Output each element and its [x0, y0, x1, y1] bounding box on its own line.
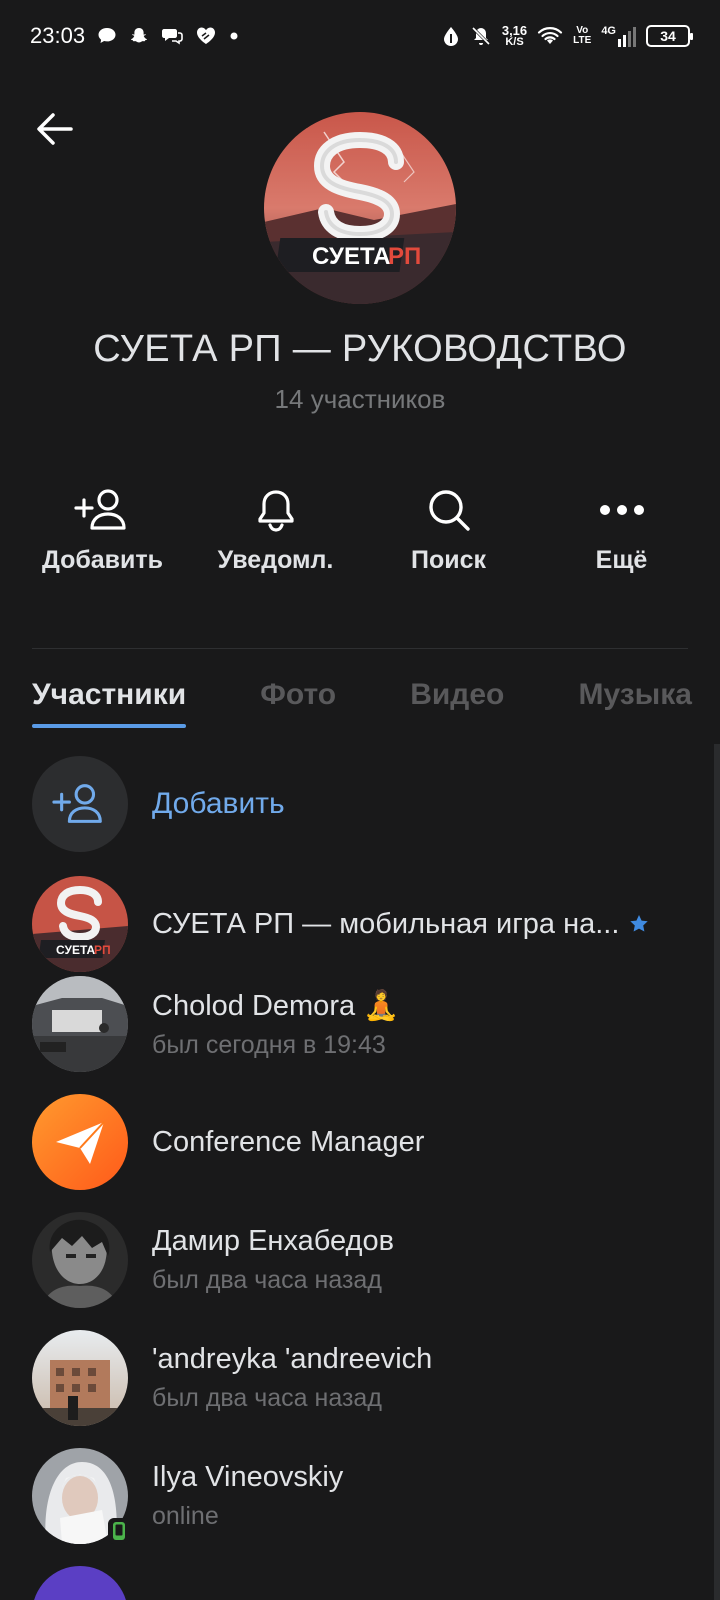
- tab-photos[interactable]: Фото: [260, 678, 336, 728]
- bell-icon: [246, 480, 306, 540]
- next-avatar-partial: [32, 1566, 128, 1600]
- list-item[interactable]: Ilya Vineovskiy online: [32, 1448, 682, 1544]
- svg-text:СУЕТА: СУЕТА: [312, 243, 390, 270]
- battery-indicator: 34: [646, 25, 693, 47]
- search-action-button[interactable]: Поиск: [362, 480, 535, 575]
- divider: [32, 648, 688, 649]
- action-label: Поиск: [410, 546, 487, 574]
- svg-text:РП: РП: [388, 243, 421, 270]
- tab-members[interactable]: Участники: [32, 678, 187, 728]
- heart-icon: [197, 27, 216, 44]
- svg-text:РП: РП: [94, 943, 111, 957]
- chat-bubbles-icon: [162, 29, 183, 45]
- snapchat-icon: [130, 28, 148, 43]
- verified-star-icon: [630, 915, 649, 932]
- member-name: Conference Manager: [152, 1125, 425, 1158]
- action-bar: Добавить Уведомл. Поиск Ещё: [0, 480, 720, 575]
- data-saver-icon: [443, 27, 458, 46]
- member-name: Ilya Vineovskiy: [152, 1461, 344, 1493]
- member-name: Cholod Demora 🧘: [152, 989, 400, 1022]
- member-name: 'andreyka 'andreevich: [152, 1343, 433, 1375]
- arrow-left-icon: [37, 113, 73, 145]
- member-status: был два часа назад: [152, 1266, 382, 1294]
- status-time: 23:03: [30, 23, 86, 48]
- add-member-label: Добавить: [152, 787, 285, 820]
- signal-indicator: 4G: [601, 25, 636, 47]
- tab-videos[interactable]: Видео: [410, 678, 504, 728]
- members-count[interactable]: 14 участников: [0, 384, 720, 415]
- group-title: СУЕТА РП — РУКОВОДСТВО: [93, 328, 627, 370]
- member-name: Дамир Енхабедов: [152, 1225, 394, 1257]
- dot-icon: [230, 32, 238, 40]
- avatar: СУЕТА РП: [32, 876, 128, 972]
- mobile-online-icon: [108, 1518, 130, 1544]
- action-label: Добавить: [41, 546, 164, 574]
- member-status: online: [152, 1502, 219, 1530]
- avatar: [32, 1094, 128, 1190]
- system-icons: 3,16 K/S Vo LTE 4G 34: [442, 23, 693, 48]
- search-icon: [419, 480, 479, 540]
- bell-off-icon: [471, 26, 490, 46]
- notifications-action-button[interactable]: Уведомл.: [189, 480, 362, 575]
- add-user-icon: [52, 784, 102, 823]
- add-user-icon: [73, 480, 133, 540]
- member-status: был два часа назад: [152, 1384, 382, 1412]
- list-item[interactable]: Conference Manager: [32, 1094, 682, 1190]
- notification-icons: [97, 26, 239, 46]
- action-label: Уведомл.: [217, 546, 334, 574]
- tab-music[interactable]: Музыка: [578, 678, 692, 728]
- svg-text:СУЕТА: СУЕТА: [56, 943, 96, 957]
- list-item[interactable]: Дамир Енхабедов был два часа назад: [32, 1212, 682, 1308]
- group-avatar[interactable]: СУЕТА РП: [264, 112, 456, 304]
- tab-bar: Участники Фото Видео Музыка: [32, 678, 692, 728]
- avatar: [32, 1212, 128, 1308]
- member-status: был сегодня в 19:43: [152, 1030, 386, 1059]
- scrollbar[interactable]: [714, 744, 720, 1600]
- avatar: [32, 1330, 128, 1426]
- list-item[interactable]: СУЕТА РП СУЕТА РП — мобильная игра на...: [32, 876, 682, 972]
- net-speed: 3,16 K/S: [501, 23, 528, 48]
- group-logo-image: СУЕТА РП: [264, 112, 456, 304]
- member-name: СУЕТА РП — мобильная игра на...: [152, 908, 682, 941]
- message-icon: [98, 28, 116, 43]
- add-member-row[interactable]: Добавить: [32, 756, 285, 852]
- back-button[interactable]: [30, 104, 80, 154]
- action-label: Ещё: [595, 546, 648, 574]
- more-icon: [592, 480, 652, 540]
- status-bar: 23:03 3,16 K/S Vo LTE 4G 34: [0, 0, 720, 72]
- wifi-icon: [538, 27, 563, 44]
- volte-indicator: Vo LTE: [573, 25, 592, 46]
- more-action-button[interactable]: Ещё: [535, 480, 708, 575]
- add-member-avatar: [32, 756, 128, 852]
- list-item[interactable]: Cholod Demora 🧘 был сегодня в 19:43: [32, 976, 682, 1072]
- avatar: [32, 976, 128, 1072]
- list-item[interactable]: 'andreyka 'andreevich был два часа назад: [32, 1330, 682, 1426]
- add-action-button[interactable]: Добавить: [16, 480, 189, 575]
